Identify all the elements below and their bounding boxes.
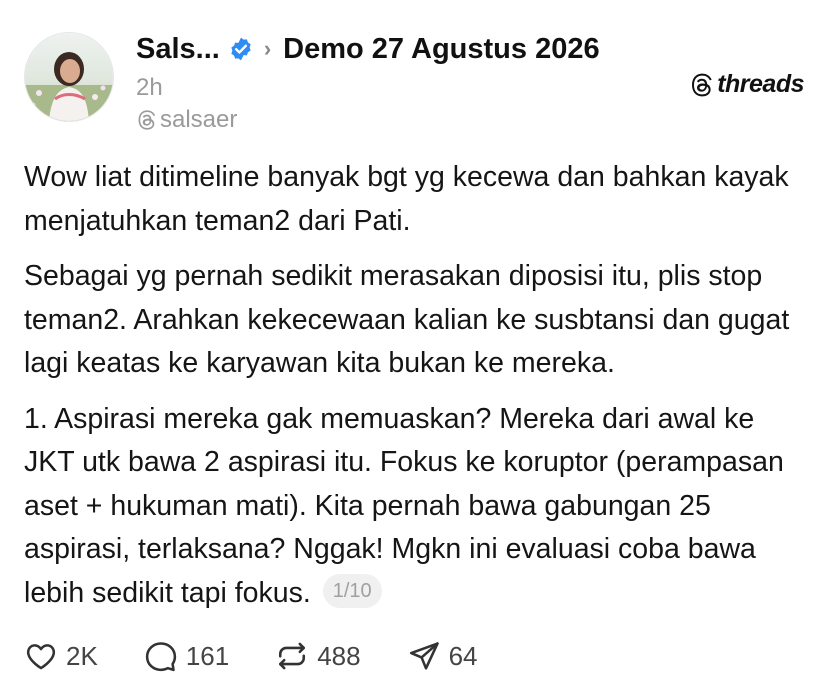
- post-paragraph-text: 1. Aspirasi mereka gak memuaskan? Mereka…: [24, 402, 784, 609]
- repost-icon: [279, 642, 306, 670]
- chevron-right-icon: ›: [263, 36, 272, 61]
- repost-count: 488: [317, 640, 361, 671]
- share-button[interactable]: 64: [407, 639, 478, 673]
- like-button[interactable]: 2K: [24, 639, 98, 673]
- threads-handle-icon: [138, 110, 156, 130]
- author-handle: salsaer: [160, 106, 238, 133]
- avatar[interactable]: [24, 32, 114, 122]
- handle-row[interactable]: salsaer: [136, 106, 237, 134]
- title-row: Sals... › Demo 27 Agustus 2026: [136, 28, 808, 70]
- post-paragraph-last: 1. Aspirasi mereka gak memuaskan? Mereka…: [24, 398, 808, 616]
- post-paragraph: Sebagai yg pernah sedikit merasakan dipo…: [24, 260, 790, 379]
- topic-tag[interactable]: Demo 27 Agustus 2026: [283, 33, 599, 66]
- action-bar: 2K 161 488 64: [24, 636, 524, 676]
- heart-icon: [26, 644, 56, 670]
- post-paragraph: Wow liat ditimeline banyak bgt yg kecewa…: [24, 161, 789, 237]
- like-count: 2K: [66, 640, 98, 671]
- reply-count: 161: [185, 640, 230, 671]
- reply-button[interactable]: 161: [144, 639, 229, 673]
- comment-icon: [145, 642, 176, 672]
- avatar-photo: [25, 33, 113, 121]
- repost-button[interactable]: 488: [275, 639, 361, 673]
- author-name[interactable]: Sals...: [136, 33, 220, 66]
- page-indicator: 1/10: [322, 573, 382, 608]
- threads-brand: threads: [689, 70, 804, 99]
- share-count: 64: [448, 640, 478, 671]
- verified-badge-icon: [228, 36, 254, 62]
- post-time: 2h: [136, 74, 163, 101]
- threads-logo-icon: [692, 73, 712, 96]
- send-icon: [409, 642, 439, 670]
- post-body: Wow liat ditimeline banyak bgt yg kecewa…: [24, 156, 808, 615]
- brand-wordmark: threads: [717, 70, 804, 98]
